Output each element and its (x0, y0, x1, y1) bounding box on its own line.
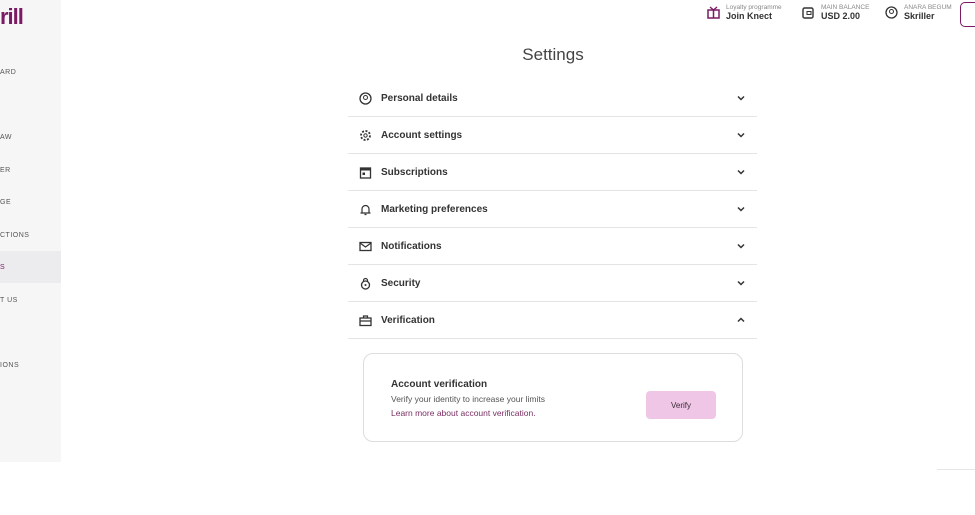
balance-caption: MAIN BALANCE (821, 4, 870, 11)
bell-icon (358, 202, 372, 216)
verify-button[interactable]: Verify (646, 391, 716, 419)
loyalty-caption: Loyalty programme (726, 4, 782, 11)
chevron-down-icon (737, 243, 745, 249)
card-description: Verify your identity to increase your li… (391, 394, 546, 404)
section-marketing-preferences[interactable]: Marketing preferences (348, 191, 757, 228)
section-security[interactable]: Security (348, 265, 757, 302)
gift-icon (706, 6, 720, 20)
loyalty-link[interactable]: Loyalty programme Join Knect (706, 4, 782, 21)
section-label: Subscriptions (381, 166, 448, 178)
chevron-down-icon (737, 95, 745, 101)
header-button[interactable] (960, 2, 975, 27)
user-menu[interactable]: ANARA BEGUM Skriller (884, 4, 952, 21)
lock-icon (358, 276, 372, 290)
sidebar-item[interactable]: AW (0, 121, 61, 153)
loyalty-value: Join Knect (726, 11, 773, 21)
balance-display[interactable]: MAIN BALANCE USD 2.00 (801, 4, 869, 21)
sidebar-item[interactable]: IONS (0, 349, 61, 381)
logo: rill (0, 4, 24, 29)
briefcase-icon (358, 313, 372, 327)
sidebar-item-settings[interactable]: S (0, 251, 61, 283)
section-label: Personal details (381, 92, 458, 104)
account-verification-card: Account verification Verify your identit… (363, 353, 743, 442)
chevron-down-icon (737, 132, 745, 138)
user-circle-icon (884, 6, 898, 20)
section-notifications[interactable]: Notifications (348, 228, 757, 265)
sidebar-item[interactable]: GE (0, 186, 61, 218)
section-personal-details[interactable]: Personal details (348, 80, 757, 117)
section-verification[interactable]: Verification (348, 302, 757, 339)
section-label: Security (381, 277, 421, 289)
section-account-settings[interactable]: Account settings (348, 117, 757, 154)
chevron-up-icon (737, 317, 745, 323)
chevron-down-icon (737, 169, 745, 175)
section-subscriptions[interactable]: Subscriptions (348, 154, 757, 191)
sidebar: rill ARD AW ER GE CTIONS S T US IONS (0, 0, 61, 462)
divider (937, 469, 975, 470)
sidebar-item[interactable]: ER (0, 154, 61, 186)
section-label: Notifications (381, 240, 442, 252)
calendar-icon (358, 165, 372, 179)
balance-value: USD 2.00 (821, 11, 861, 21)
chevron-down-icon (737, 280, 745, 286)
learn-more-link[interactable]: Learn more about account verification. (391, 408, 536, 418)
section-label: Marketing preferences (381, 203, 488, 215)
chevron-down-icon (737, 206, 745, 212)
user-circle-icon (358, 91, 372, 105)
gear-icon (358, 128, 372, 142)
sidebar-item[interactable]: CTIONS (0, 219, 61, 251)
section-label: Verification (381, 314, 435, 326)
wallet-icon (801, 6, 815, 20)
envelope-icon (358, 239, 372, 253)
card-title: Account verification (391, 379, 488, 390)
sidebar-item[interactable]: T US (0, 284, 61, 316)
user-name: ANARA BEGUM (904, 4, 952, 11)
page-title: Settings (522, 45, 584, 64)
user-handle: Skriller (904, 11, 935, 21)
section-label: Account settings (381, 129, 463, 141)
